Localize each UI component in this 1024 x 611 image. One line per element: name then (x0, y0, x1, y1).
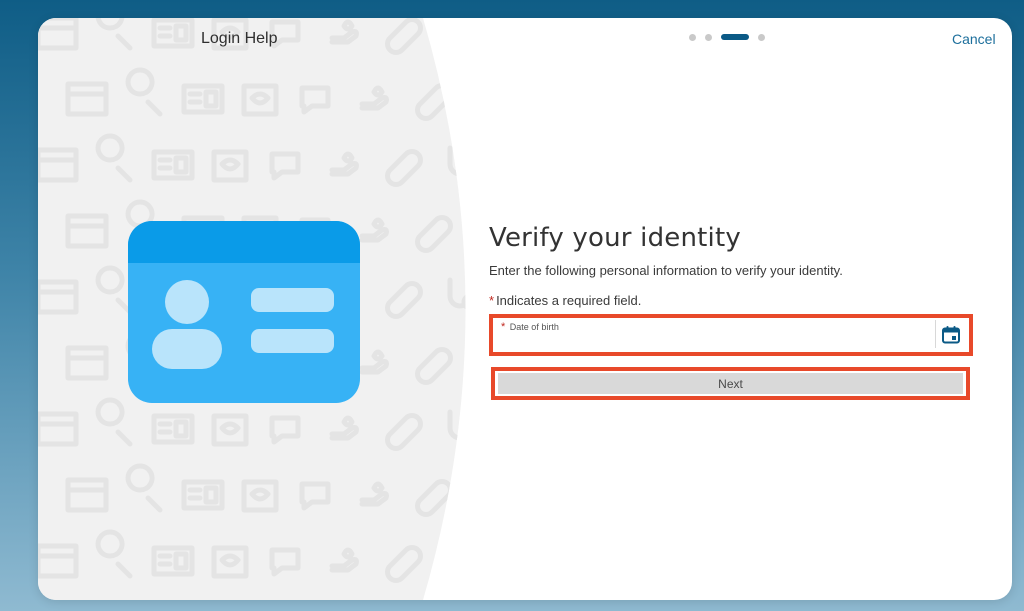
next-button[interactable]: Next (498, 373, 963, 394)
id-card-icon (128, 221, 360, 403)
step-dot-active (721, 34, 749, 40)
dob-field: * Date of birth (497, 320, 935, 350)
pattern-icon (480, 478, 498, 506)
step-indicator (689, 33, 765, 41)
page-title: Login Help (201, 30, 278, 47)
date-of-birth-input[interactable] (497, 320, 935, 350)
calendar-button[interactable] (937, 322, 965, 348)
dob-label: * Date of birth (501, 321, 559, 333)
field-divider (935, 320, 936, 348)
step-dot (705, 33, 712, 41)
form-heading: Verify your identity (489, 223, 741, 253)
login-help-dialog: Login Help Cancel Verify your identity E… (38, 18, 1012, 600)
required-field-note: * Indicates a required field. (489, 293, 641, 308)
pattern-icon (480, 82, 498, 110)
step-dot (758, 33, 765, 41)
cancel-link[interactable]: Cancel (952, 31, 996, 47)
calendar-icon (942, 326, 960, 344)
pattern-icon (447, 18, 466, 47)
dob-field-highlight: * Date of birth (489, 314, 973, 356)
step-dot (689, 33, 696, 41)
required-note-text: Indicates a required field. (496, 293, 642, 308)
required-star: * (501, 321, 506, 333)
pattern-icon (447, 541, 466, 575)
form-instructions: Enter the following personal information… (489, 263, 843, 278)
required-star: * (489, 293, 495, 308)
next-button-highlight: Next (491, 367, 970, 400)
decorative-pane: Login Help (38, 18, 498, 600)
dob-label-text: Date of birth (509, 322, 559, 332)
